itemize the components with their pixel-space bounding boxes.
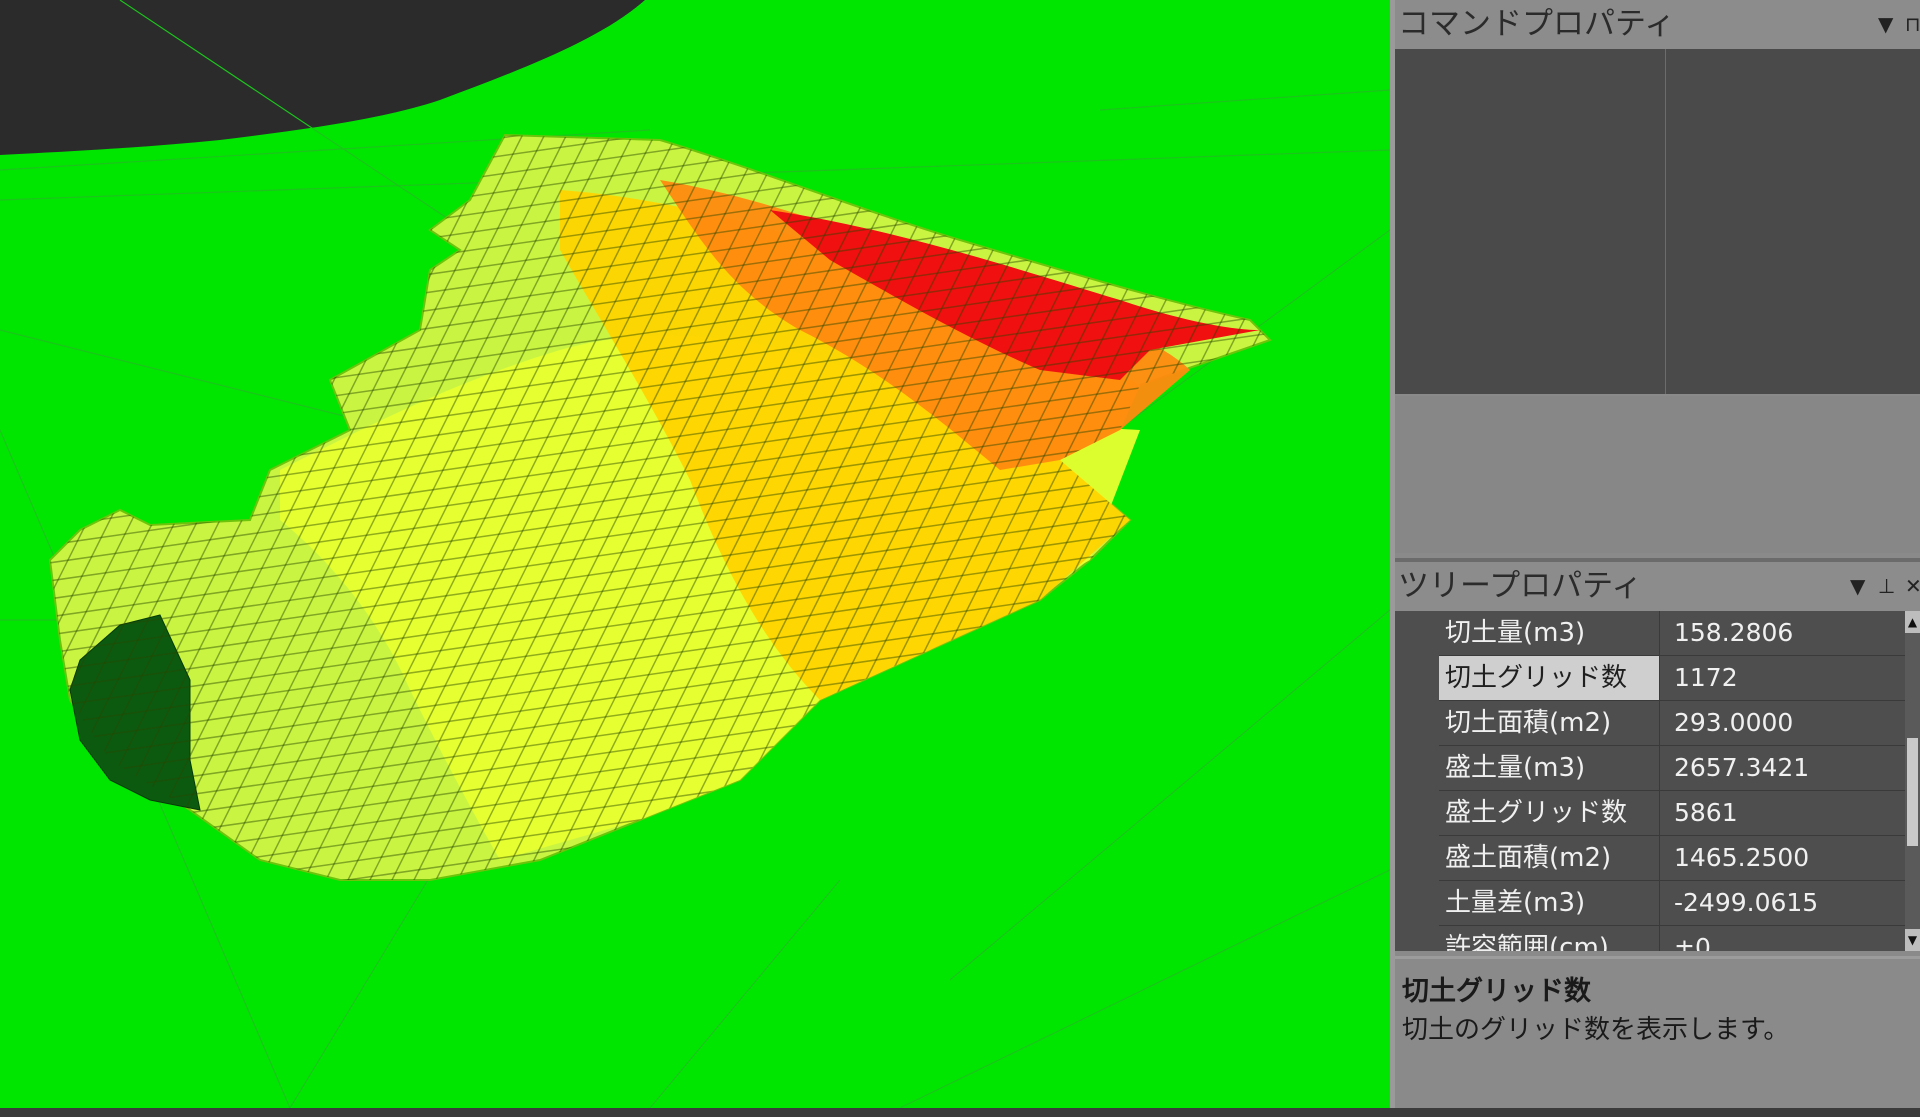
row-gutter bbox=[1395, 926, 1439, 951]
property-name[interactable]: 切土グリッド数 bbox=[1439, 656, 1660, 700]
property-row[interactable]: 切土量(m3) 158.2806 bbox=[1395, 611, 1905, 656]
scroll-thumb[interactable] bbox=[1907, 738, 1918, 846]
property-value[interactable]: 2657.3421 bbox=[1666, 746, 1905, 790]
close-icon[interactable]: ✕ bbox=[1905, 562, 1920, 611]
status-bar bbox=[0, 1108, 1920, 1117]
property-name[interactable]: 盛土量(m3) bbox=[1439, 746, 1660, 790]
command-property-empty-area bbox=[1395, 396, 1920, 553]
3d-viewport[interactable] bbox=[0, 0, 1390, 1108]
row-gutter bbox=[1395, 611, 1439, 656]
scroll-down-icon[interactable]: ▼ bbox=[1905, 929, 1920, 951]
property-row[interactable]: 切土グリッド数 1172 bbox=[1395, 656, 1905, 701]
command-property-grid bbox=[1395, 49, 1920, 394]
property-name[interactable]: 切土面積(m2) bbox=[1439, 701, 1660, 745]
property-name[interactable]: 盛土面積(m2) bbox=[1439, 836, 1660, 880]
property-name[interactable]: 切土量(m3) bbox=[1439, 611, 1660, 655]
description-panel: 切土グリッド数 切土のグリッド数を表示します。 bbox=[1395, 956, 1920, 1111]
property-value[interactable]: -2499.0615 bbox=[1666, 881, 1905, 925]
description-text: 切土のグリッド数を表示します。 bbox=[1402, 1015, 1790, 1045]
row-gutter bbox=[1395, 701, 1439, 746]
column-divider bbox=[1665, 49, 1666, 394]
pin-icon[interactable]: ⊥ bbox=[1878, 562, 1895, 611]
description-title: 切土グリッド数 bbox=[1402, 976, 1591, 1007]
property-name[interactable]: 盛土グリッド数 bbox=[1439, 791, 1660, 835]
property-value[interactable]: 158.2806 bbox=[1666, 611, 1905, 655]
property-row[interactable]: 盛土量(m3) 2657.3421 bbox=[1395, 746, 1905, 791]
property-row[interactable]: 切土面積(m2) 293.0000 bbox=[1395, 701, 1905, 746]
tree-property-title: ツリープロパティ bbox=[1398, 568, 1643, 604]
row-gutter bbox=[1395, 881, 1439, 926]
row-gutter bbox=[1395, 791, 1439, 836]
row-gutter bbox=[1395, 836, 1439, 881]
property-name[interactable]: 許容範囲(cm) bbox=[1439, 926, 1660, 951]
property-pane: コマンドプロパティ ▼ ⊓ ツリープロパティ ▼ ⊥ ✕ 切土量(m3) 158.… bbox=[1395, 0, 1920, 1111]
tree-property-header: ツリープロパティ ▼ ⊥ ✕ bbox=[1395, 558, 1920, 611]
property-row[interactable]: 盛土グリッド数 5861 bbox=[1395, 791, 1905, 836]
property-name[interactable]: 土量差(m3) bbox=[1439, 881, 1660, 925]
command-property-header: コマンドプロパティ ▼ ⊓ bbox=[1395, 0, 1920, 50]
tree-property-grid: 切土量(m3) 158.2806 切土グリッド数 1172 切土面積(m2) 293.00… bbox=[1395, 611, 1905, 951]
property-value[interactable]: ±0 bbox=[1666, 926, 1905, 951]
row-gutter bbox=[1395, 746, 1439, 791]
property-value[interactable]: 293.0000 bbox=[1666, 701, 1905, 745]
terrain-scene[interactable] bbox=[0, 0, 1390, 1108]
triangle-down-icon[interactable]: ▼ bbox=[1878, 0, 1893, 49]
property-row[interactable]: 許容範囲(cm) ±0 bbox=[1395, 926, 1905, 951]
property-value[interactable]: 1172 bbox=[1666, 656, 1905, 700]
property-row[interactable]: 土量差(m3) -2499.0615 bbox=[1395, 881, 1905, 926]
tree-property-scrollbar[interactable]: ▲ ▼ bbox=[1905, 611, 1920, 951]
property-row[interactable]: 盛土面積(m2) 1465.2500 bbox=[1395, 836, 1905, 881]
property-value[interactable]: 5861 bbox=[1666, 791, 1905, 835]
row-gutter bbox=[1395, 656, 1439, 701]
triangle-down-icon[interactable]: ▼ bbox=[1850, 562, 1865, 611]
command-property-title: コマンドプロパティ bbox=[1398, 6, 1676, 42]
scroll-up-icon[interactable]: ▲ bbox=[1905, 611, 1920, 633]
property-value[interactable]: 1465.2500 bbox=[1666, 836, 1905, 880]
pin-icon[interactable]: ⊓ bbox=[1905, 0, 1920, 49]
